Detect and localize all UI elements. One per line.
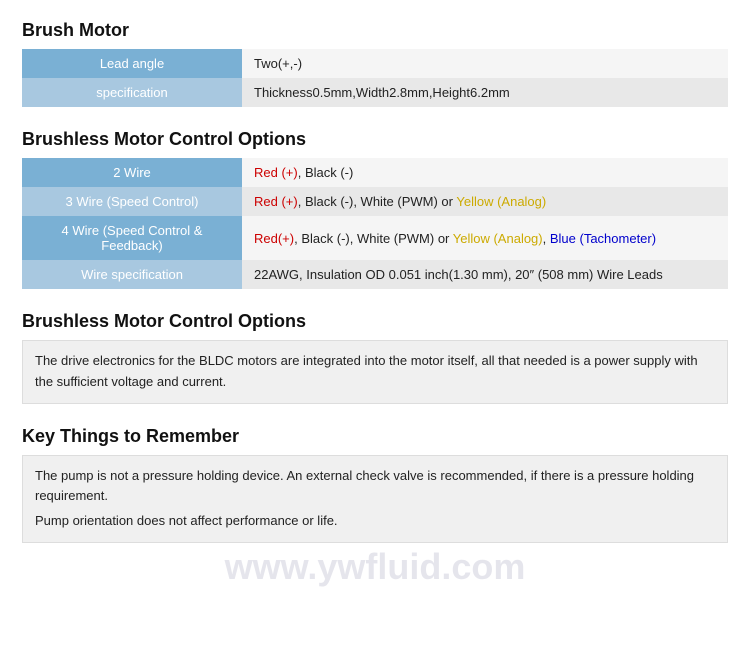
value-cell: Two(+,-) [242,49,728,78]
key-things-text: The pump is not a pressure holding devic… [22,455,728,543]
yellow-text: Yellow (Analog) [456,194,546,209]
red-text: Red (+) [254,194,298,209]
brushless-motor-description-title: Brushless Motor Control Options [22,311,728,332]
watermark: www.ywfluid.com [225,546,526,588]
table-row: 2 Wire Red (+), Black (-) [22,158,728,187]
value-cell: Thickness0.5mm,Width2.8mm,Height6.2mm [242,78,728,107]
yellow-text: Yellow (Analog) [453,231,543,246]
key-thing-2: Pump orientation does not affect perform… [35,511,715,532]
table-row: Lead angle Two(+,-) [22,49,728,78]
table-row: 4 Wire (Speed Control & Feedback) Red(+)… [22,216,728,260]
brush-motor-table: Lead angle Two(+,-) specification Thickn… [22,49,728,107]
key-things-section: Key Things to Remember The pump is not a… [22,426,728,543]
label-cell: 2 Wire [22,158,242,187]
value-cell: 22AWG, Insulation OD 0.051 inch(1.30 mm)… [242,260,728,289]
label-cell: 3 Wire (Speed Control) [22,187,242,216]
value-cell: Red(+), Black (-), White (PWM) or Yellow… [242,216,728,260]
key-thing-1: The pump is not a pressure holding devic… [35,466,715,508]
brushless-motor-table: 2 Wire Red (+), Black (-) 3 Wire (Speed … [22,158,728,289]
brushless-motor-description-text: The drive electronics for the BLDC motor… [22,340,728,404]
brush-motor-section: Brush Motor Lead angle Two(+,-) specific… [22,20,728,107]
value-cell: Red (+), Black (-) [242,158,728,187]
brushless-motor-options-section: Brushless Motor Control Options 2 Wire R… [22,129,728,289]
label-cell: Lead angle [22,49,242,78]
table-row: specification Thickness0.5mm,Width2.8mm,… [22,78,728,107]
brushless-motor-title: Brushless Motor Control Options [22,129,728,150]
label-cell: Wire specification [22,260,242,289]
table-row: 3 Wire (Speed Control) Red (+), Black (-… [22,187,728,216]
label-cell: 4 Wire (Speed Control & Feedback) [22,216,242,260]
value-cell: Red (+), Black (-), White (PWM) or Yello… [242,187,728,216]
red-text: Red (+) [254,165,298,180]
table-row: Wire specification 22AWG, Insulation OD … [22,260,728,289]
red-text: Red(+) [254,231,294,246]
brushless-motor-description-section: Brushless Motor Control Options The driv… [22,311,728,404]
brush-motor-title: Brush Motor [22,20,728,41]
label-cell: specification [22,78,242,107]
black-text: Black (-) [305,165,353,180]
key-things-title: Key Things to Remember [22,426,728,447]
blue-text: Blue (Tachometer) [550,231,656,246]
